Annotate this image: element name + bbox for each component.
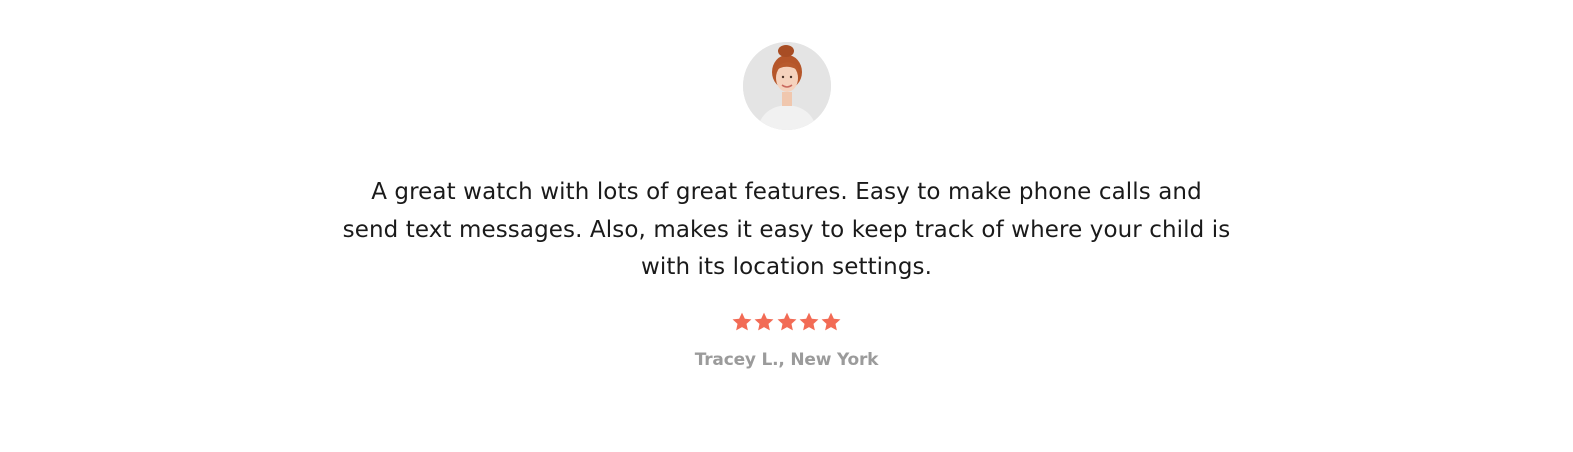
- testimonial-quote: A great watch with lots of great feature…: [342, 179, 1231, 280]
- star-icon: [820, 311, 842, 333]
- avatar-photo-icon: [743, 42, 831, 130]
- testimonial-author: Tracey L., New York: [694, 350, 879, 370]
- star-icon: [776, 311, 798, 333]
- avatar: [743, 42, 831, 130]
- star-rating: [731, 311, 842, 333]
- star-icon: [798, 311, 820, 333]
- star-icon: [731, 311, 753, 333]
- testimonial-card: A great watch with lots of great feature…: [0, 0, 1573, 452]
- star-icon: [753, 311, 775, 333]
